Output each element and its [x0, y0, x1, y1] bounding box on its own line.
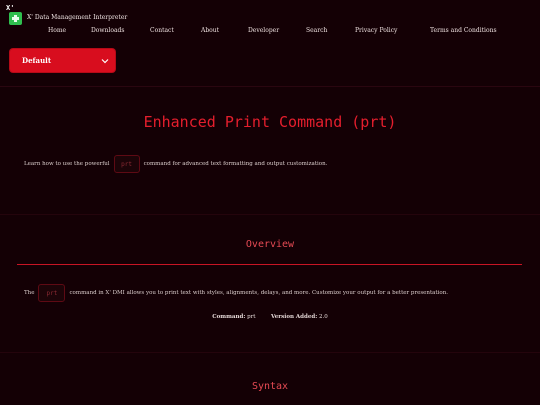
- intro-text: Learn how to use the powerful prt comman…: [24, 155, 327, 173]
- chevron-down-icon: [101, 58, 109, 63]
- nav-item-about[interactable]: About: [201, 27, 219, 34]
- inline-code: prt: [38, 284, 66, 302]
- nav-item-home[interactable]: Home: [48, 27, 66, 34]
- command-value: prt: [247, 314, 256, 320]
- overview-after: command in X' DMI allows you to print te…: [69, 290, 449, 296]
- nav-item-privacy-policy[interactable]: Privacy Policy: [355, 27, 397, 34]
- nav-item-developer[interactable]: Developer: [248, 27, 279, 34]
- main-nav: Home Downloads Contact About Developer S…: [0, 27, 540, 37]
- intro-before: Learn how to use the powerful: [24, 161, 110, 167]
- page: X' X' Data Management Interpreter Home D…: [0, 0, 540, 405]
- version-value: 2.0: [319, 314, 328, 320]
- divider: [0, 352, 540, 353]
- theme-select-value: Default: [22, 56, 52, 65]
- nav-item-contact[interactable]: Contact: [150, 27, 174, 34]
- overview-heading: Overview: [245, 239, 295, 250]
- brand[interactable]: X' X' Data Management Interpreter: [6, 2, 127, 26]
- intro-after: command for advanced text formatting and…: [143, 161, 328, 167]
- nav-item-terms-and-conditions[interactable]: Terms and Conditions: [430, 27, 497, 34]
- divider: [0, 86, 540, 87]
- nav-item-downloads[interactable]: Downloads: [91, 27, 124, 34]
- brand-title: X' Data Management Interpreter: [27, 14, 128, 21]
- page-title: Enhanced Print Command (prt): [143, 113, 397, 131]
- command-meta: Command: prt Version Added: 2.0: [0, 314, 540, 320]
- app-logo: X': [6, 4, 22, 26]
- overview-before: The: [24, 290, 35, 296]
- syntax-heading: Syntax: [251, 381, 289, 392]
- plus-icon: [9, 12, 22, 25]
- command-label: Command:: [212, 314, 246, 320]
- nav-item-search[interactable]: Search: [306, 27, 327, 34]
- overview-text: The prt command in X' DMI allows you to …: [24, 284, 448, 302]
- version-label: Version Added:: [270, 314, 318, 320]
- theme-select[interactable]: Default: [10, 49, 115, 72]
- divider: [0, 214, 540, 215]
- heading-underline: [17, 264, 522, 265]
- inline-code: prt: [113, 155, 140, 173]
- logo-text: X': [6, 4, 15, 12]
